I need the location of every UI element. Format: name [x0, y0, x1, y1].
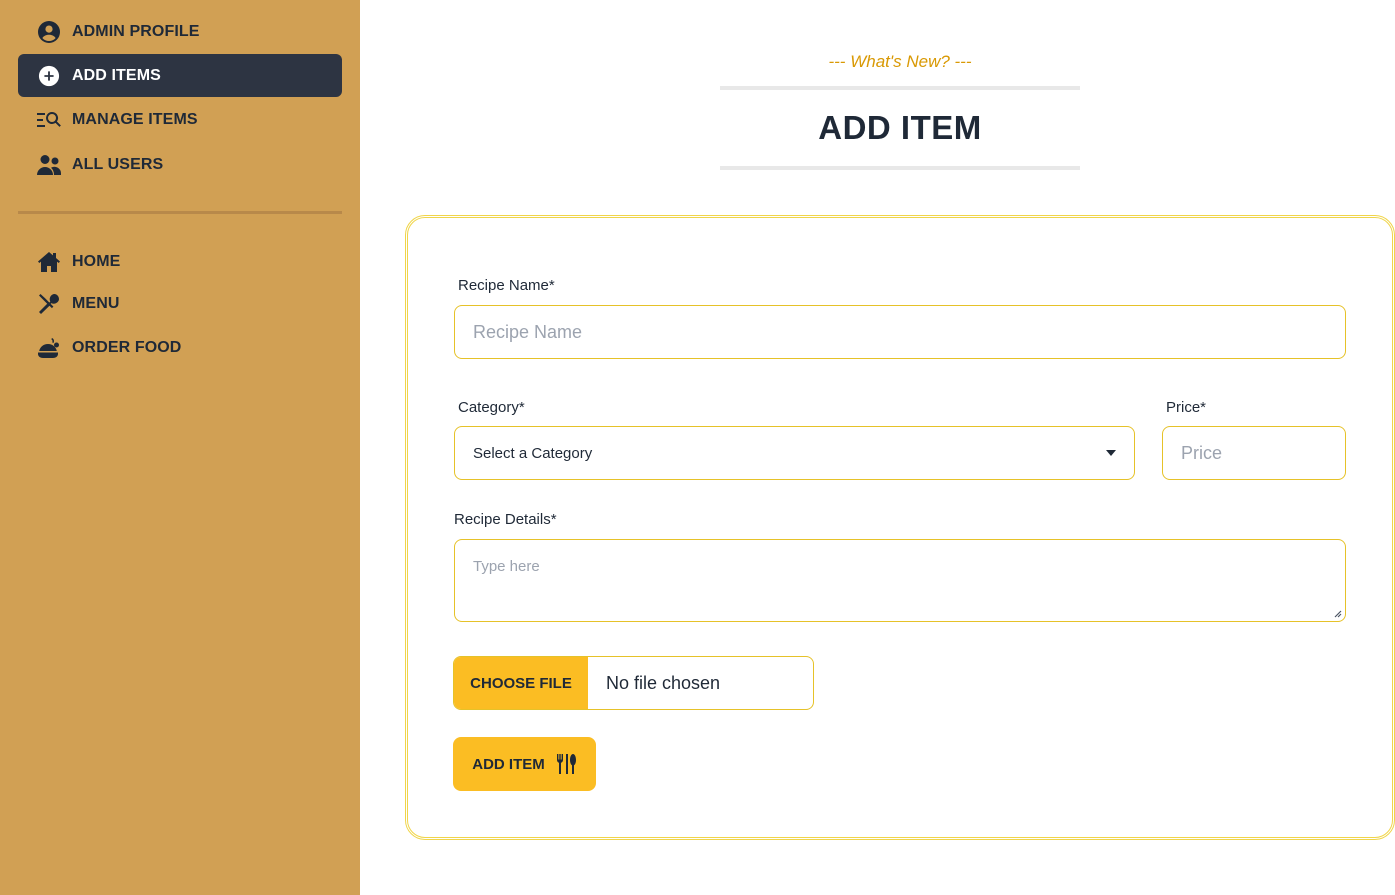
user-circle-icon — [36, 19, 62, 45]
choose-file-button[interactable]: Choose File — [454, 657, 588, 709]
sidebar-item-add-items[interactable]: ADD ITEMS — [18, 54, 342, 97]
sidebar-item-label: MENU — [72, 294, 120, 312]
sidebar-item-label: ORDER FOOD — [72, 338, 182, 356]
recipe-name-placeholder: Recipe Name — [473, 321, 583, 342]
users-icon — [36, 152, 62, 178]
recipe-details-textarea[interactable]: Type here — [454, 539, 1346, 622]
recipe-details-placeholder: Type here — [473, 558, 540, 575]
category-label: Category* — [458, 399, 525, 416]
sidebar-item-home[interactable]: HOME — [18, 240, 342, 283]
price-placeholder: Price — [1181, 442, 1223, 463]
sidebar-item-label: ADD ITEMS — [72, 66, 161, 84]
category-select[interactable]: Select a Category — [454, 426, 1135, 480]
main-content: --- What's New? --- ADD ITEM Recipe Name… — [360, 0, 1395, 895]
resize-handle-icon[interactable] — [1332, 608, 1342, 618]
sidebar-item-label: HOME — [72, 252, 121, 270]
add-item-button-label: Add Item — [472, 755, 545, 773]
utensils-icon — [556, 754, 576, 774]
page-title: ADD ITEM — [818, 109, 982, 146]
sidebar-item-label: MANAGE ITEMS — [72, 110, 198, 128]
recipe-name-input[interactable]: Recipe Name — [454, 305, 1346, 359]
file-input[interactable]: Choose File No file chosen — [453, 656, 814, 710]
sidebar-item-order-food[interactable]: ORDER FOOD — [18, 326, 342, 369]
utensils-cross-icon — [36, 291, 62, 317]
sidebar: ADMIN PROFILE ADD ITEMS MANAGE ITEMS ALL… — [0, 0, 360, 895]
section-subtitle: --- What's New? --- — [828, 52, 972, 71]
price-input[interactable]: Price — [1162, 426, 1346, 480]
category-selected-value: Select a Category — [473, 444, 593, 462]
sidebar-item-label: ALL USERS — [72, 155, 164, 173]
sidebar-item-label: ADMIN PROFILE — [72, 22, 200, 40]
sidebar-item-manage-items[interactable]: MANAGE ITEMS — [18, 98, 342, 141]
bowl-food-icon — [36, 335, 62, 361]
sidebar-item-admin-profile[interactable]: ADMIN PROFILE — [18, 10, 342, 53]
recipe-name-label: Recipe Name* — [458, 277, 555, 294]
recipe-details-label: Recipe Details* — [454, 511, 557, 528]
section-heading: ADD ITEM — [720, 86, 1080, 170]
list-search-icon — [36, 107, 62, 133]
sidebar-item-menu[interactable]: MENU — [18, 282, 342, 325]
chevron-down-icon — [1106, 450, 1116, 456]
file-status: No file chosen — [606, 672, 721, 693]
plus-circle-icon — [36, 63, 62, 89]
home-icon — [36, 249, 62, 275]
add-item-button[interactable]: Add Item — [453, 737, 596, 791]
price-label: Price* — [1166, 399, 1207, 416]
sidebar-item-all-users[interactable]: ALL USERS — [18, 143, 342, 186]
sidebar-divider — [18, 211, 342, 214]
